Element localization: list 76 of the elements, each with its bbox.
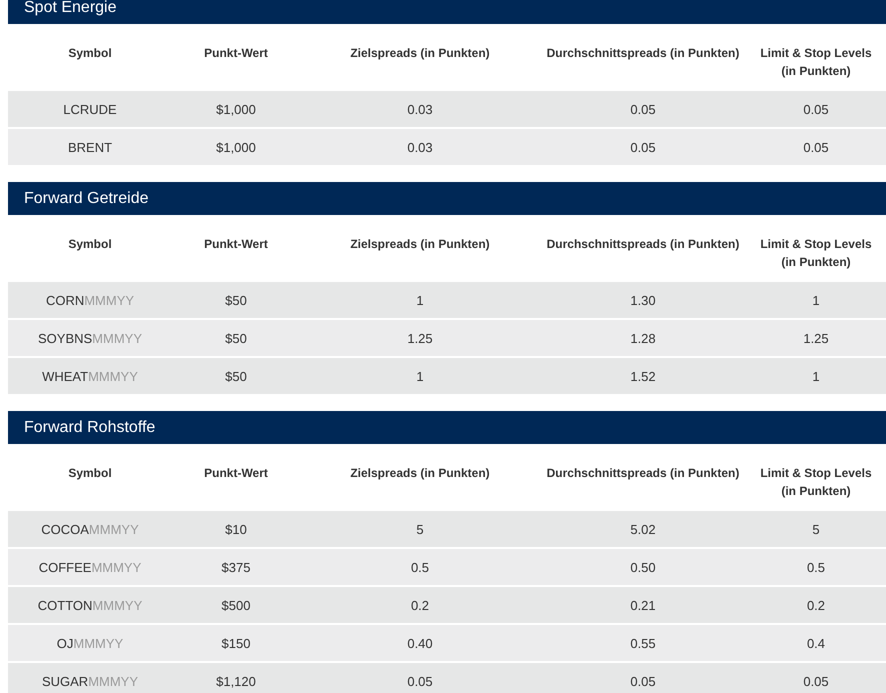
column-header: Durchschnittspreads (in Punkten) <box>546 465 740 482</box>
table-value: 0.03 <box>407 102 433 116</box>
contract-suffix: MMMYY <box>92 330 142 346</box>
table-value: 0.05 <box>407 674 433 688</box>
table-value: 0.05 <box>630 102 656 116</box>
contract-suffix: MMMYY <box>84 292 134 308</box>
table-value: $50 <box>225 368 247 384</box>
table-value: 0.4 <box>806 636 826 650</box>
table-value: $50 <box>225 292 247 308</box>
table-value: $500 <box>222 598 250 612</box>
column-header: Limit & Stop Levels (in Punkten) <box>759 45 873 80</box>
table-value: 1.28 <box>630 330 656 346</box>
symbol-text: BRENT <box>68 140 112 154</box>
table-value: 0.2 <box>410 598 430 612</box>
table-value: 0.05 <box>630 674 656 688</box>
symbol-text: COFFEE <box>38 560 92 574</box>
table-value: 0.05 <box>803 102 829 116</box>
symbol-text: SOYBNS <box>38 330 92 346</box>
column-header: Durchschnittspreads (in Punkten) <box>546 45 740 62</box>
table-value: 0.2 <box>806 598 826 612</box>
column-header: Punkt-Wert <box>204 236 268 253</box>
symbol-text: SUGAR <box>42 674 88 688</box>
table-value: 0.21 <box>630 598 656 612</box>
column-header: Zielspreads (in Punkten) <box>350 45 490 62</box>
column-header: Limit & Stop Levels (in Punkten) <box>759 465 873 500</box>
table-value: 1.30 <box>630 292 656 308</box>
contract-suffix: MMMYY <box>91 560 142 574</box>
column-header: Zielspreads (in Punkten) <box>350 236 490 253</box>
table-value: $1,000 <box>216 102 256 116</box>
contract-suffix: MMMYY <box>73 636 124 650</box>
table-value: 0.50 <box>630 560 656 574</box>
table-value: 0.40 <box>407 636 433 650</box>
table-value: $150 <box>222 636 250 650</box>
column-header: Symbol <box>68 45 112 62</box>
table-value: 1 <box>812 368 820 384</box>
table-value: 1 <box>812 292 820 308</box>
symbol-text: CORN <box>46 292 84 308</box>
symbol-text: COTTON <box>38 598 92 612</box>
column-header: Limit & Stop Levels (in Punkten) <box>759 236 873 271</box>
column-header: Punkt-Wert <box>204 45 268 62</box>
section-title: Spot Energie <box>24 0 117 16</box>
table-value: 1.25 <box>407 330 433 346</box>
section-title: Forward Getreide <box>24 190 148 208</box>
contract-suffix: MMMYY <box>92 598 142 612</box>
section-title: Forward Rohstoffe <box>24 418 156 436</box>
table-value: $1,000 <box>216 140 256 154</box>
table-value: 1.25 <box>803 330 829 346</box>
table-value: 5 <box>416 522 424 536</box>
column-header: Zielspreads (in Punkten) <box>350 465 490 482</box>
symbol-text: OJ <box>56 636 74 650</box>
table-value: 0.05 <box>630 140 656 154</box>
table-value: 0.05 <box>803 140 829 154</box>
contract-suffix: MMMYY <box>88 368 138 384</box>
table-value: 5 <box>812 522 820 536</box>
table-value: $10 <box>225 522 247 536</box>
table-value: 5.02 <box>630 522 656 536</box>
table-value: 1 <box>416 368 424 384</box>
table-value: 0.55 <box>630 636 656 650</box>
table-value: $375 <box>222 560 250 574</box>
column-header: Symbol <box>68 465 112 482</box>
symbol-text: LCRUDE <box>63 102 117 116</box>
table-value: 0.03 <box>407 140 433 154</box>
symbol-text: COCOA <box>41 522 89 536</box>
column-header: Durchschnittspreads (in Punkten) <box>546 236 740 253</box>
table-value: 0.05 <box>803 674 829 688</box>
table-value: 1 <box>416 292 424 308</box>
table-value: 0.5 <box>806 560 826 574</box>
contract-suffix: MMMYY <box>88 674 138 688</box>
column-header: Symbol <box>68 236 112 253</box>
table-value: 0.5 <box>410 560 430 574</box>
contract-suffix: MMMYY <box>88 522 139 536</box>
column-header: Punkt-Wert <box>204 465 268 482</box>
table-value: $50 <box>225 330 247 346</box>
table-value: $1,120 <box>216 674 256 688</box>
table-value: 1.52 <box>630 368 656 384</box>
symbol-text: WHEAT <box>42 368 88 384</box>
